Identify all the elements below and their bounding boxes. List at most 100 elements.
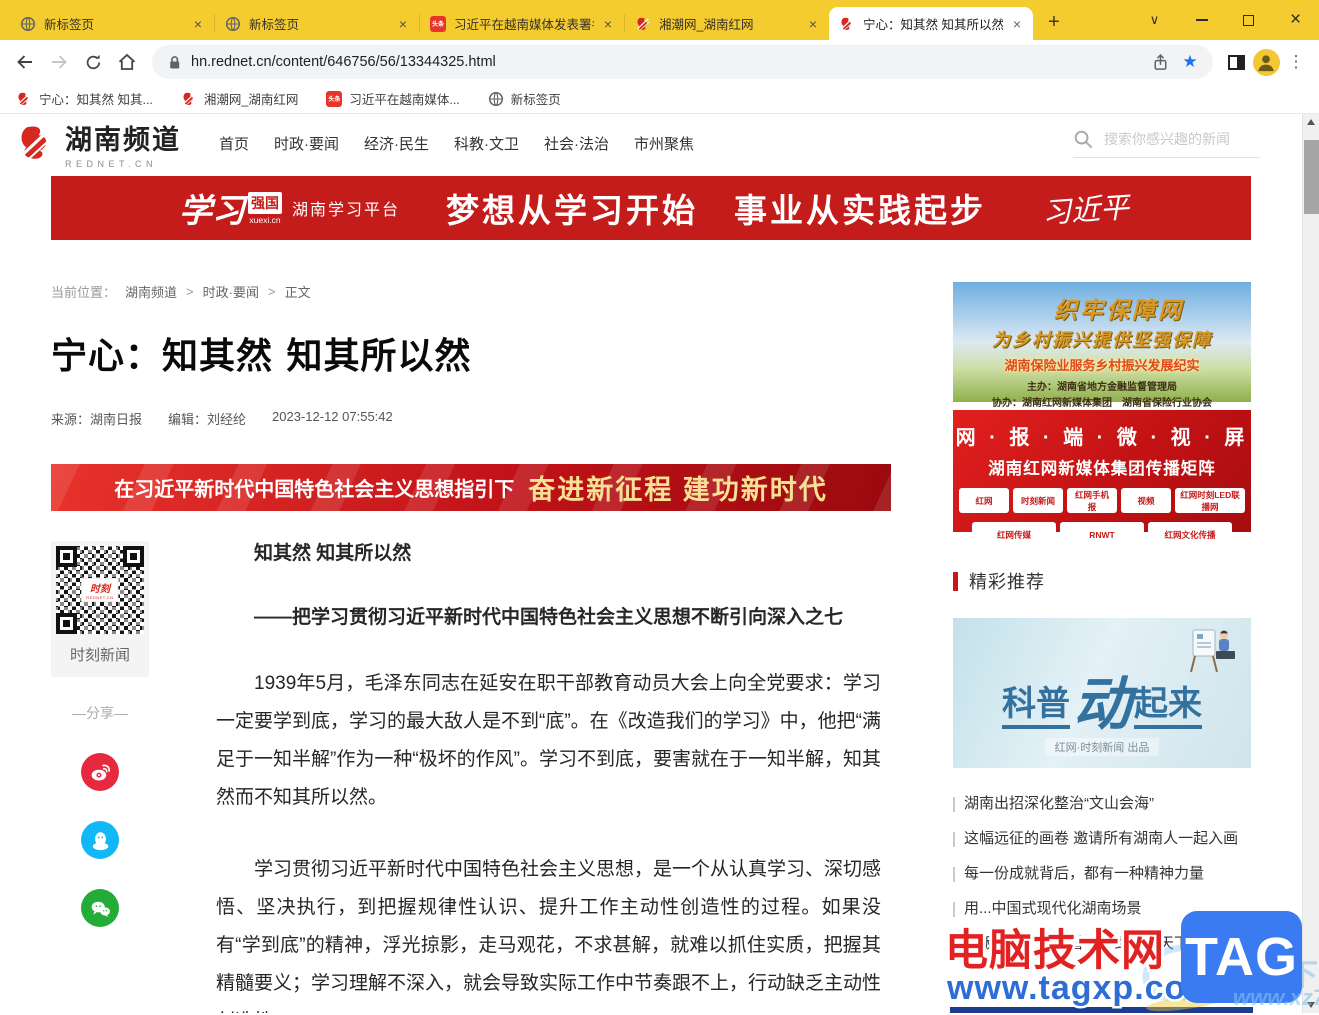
- site-logo[interactable]: 湖南频道 REDNET.CN: [65, 118, 181, 169]
- tab-search-chevron-icon[interactable]: ∨: [1131, 0, 1178, 40]
- brand-tile: 时刻新闻: [1013, 488, 1063, 513]
- reload-button[interactable]: [76, 45, 110, 79]
- brand-tile: 红网传媒: [972, 522, 1056, 547]
- xuexi-logo-script: 学习: [179, 191, 245, 230]
- page-scrollbar[interactable]: [1302, 114, 1319, 1013]
- share-icon: [1154, 53, 1166, 70]
- article-meta: 来源：湖南日报 编辑：刘经纶 2023-12-12 07:55:42: [51, 409, 896, 428]
- nav-item-home[interactable]: 首页: [219, 133, 249, 154]
- url-text[interactable]: hn.rednet.cn/content/646756/56/13344325.…: [191, 54, 1145, 70]
- tab-xiangchao[interactable]: 湘潮网_湖南红网 ×: [625, 7, 829, 40]
- list-bullet: [953, 902, 955, 917]
- rednet-logo-icon: [839, 16, 855, 32]
- list-item[interactable]: 这幅远征的画卷 邀请所有湖南人一起入画: [953, 829, 1251, 849]
- nav-item-economy[interactable]: 经济·民生: [364, 133, 429, 154]
- sidebar-promo-matrix[interactable]: 网 · 报 · 端 · 微 · 视 · 屏 湖南红网新媒体集团传播矩阵 红网 时…: [953, 410, 1251, 547]
- sidebar-promo-science[interactable]: 科普 动 起来 红网·时刻新闻 出品: [953, 618, 1251, 768]
- share-qq-button[interactable]: [81, 821, 119, 859]
- promo3-title-part: 科普: [1001, 676, 1070, 729]
- bookmark-label: 习近平在越南媒体...: [349, 93, 460, 107]
- profile-button[interactable]: [1251, 47, 1281, 77]
- tab-title: 新标签页: [44, 18, 95, 32]
- tab-close-icon[interactable]: ×: [192, 16, 204, 32]
- sidebar-promo-insurance[interactable]: 织牢保障网 为乡村振兴提供坚强保障 湖南保险业服务乡村振兴发展纪实 主办：湖南省…: [953, 282, 1251, 409]
- bookmark-item[interactable]: 新标签页: [488, 89, 561, 108]
- search-input[interactable]: [1104, 131, 1260, 147]
- address-bar[interactable]: hn.rednet.cn/content/646756/56/13344325.…: [152, 45, 1213, 79]
- bookmark-item[interactable]: 宁心：知其然 知其...: [16, 89, 153, 108]
- side-panel-button[interactable]: [1221, 47, 1251, 77]
- promo2-logo-row-2: 红网传媒 RNWT 红网文化传播: [953, 522, 1251, 547]
- theme-slogan-banner[interactable]: 在习近平新时代中国特色社会主义思想指引下 奋进新征程 建功新时代: [51, 464, 891, 511]
- scroll-down-arrow[interactable]: [1303, 997, 1319, 1013]
- tab-close-icon[interactable]: ×: [397, 16, 409, 32]
- list-item[interactable]: 每一份成就背后，都有一种精神力量: [953, 864, 1251, 884]
- article-source: 来源：湖南日报: [51, 412, 143, 427]
- bookmark-label: 新标签页: [510, 93, 561, 107]
- breadcrumb-section[interactable]: 时政·要闻: [203, 282, 259, 301]
- rednet-logo-icon: [635, 16, 651, 32]
- toutiao-icon: 头条: [326, 90, 343, 107]
- page-viewport: 湖南频道 REDNET.CN 首页 时政·要闻 经济·民生 科教·文卫 社会·法…: [0, 114, 1319, 1013]
- tab-active-article[interactable]: 宁心：知其然 知其所以然 ×: [829, 7, 1033, 40]
- wechat-icon: [91, 901, 110, 917]
- window-close-button[interactable]: ×: [1272, 0, 1319, 40]
- search-icon[interactable]: [1073, 129, 1094, 150]
- forward-button[interactable]: [42, 45, 76, 79]
- back-button[interactable]: [8, 45, 42, 79]
- site-logo-title: 湖南频道: [65, 124, 181, 156]
- window-minimize-button[interactable]: [1178, 0, 1225, 40]
- section-title: 精彩推荐: [969, 572, 1045, 592]
- browser-toolbar: hn.rednet.cn/content/646756/56/13344325.…: [0, 40, 1319, 84]
- tab-close-icon[interactable]: ×: [807, 16, 819, 32]
- globe-icon: [20, 16, 36, 32]
- globe-icon: [225, 16, 241, 32]
- section-accent-bar: [953, 571, 958, 591]
- share-wechat-button[interactable]: [81, 889, 119, 927]
- nav-item-science[interactable]: 科教·文卫: [454, 133, 519, 154]
- bookmark-item[interactable]: 头条 习近平在越南媒体...: [326, 89, 460, 108]
- tab-new-page-1[interactable]: 新标签页 ×: [10, 7, 214, 40]
- article-subtitle-2: ——把学习贯彻习近平新时代中国特色社会主义思想不断引向深入之七: [254, 607, 844, 628]
- tab-close-icon[interactable]: ×: [1011, 16, 1023, 32]
- rednet-logo-icon: [16, 91, 32, 107]
- promo1-organizer: 主办：湖南省地方金融监督管理局: [1027, 382, 1177, 393]
- promo1-line3: 湖南保险业服务乡村振兴发展纪实: [1004, 358, 1200, 373]
- qr-finder: [123, 546, 144, 567]
- browser-menu-button[interactable]: ⋮: [1281, 52, 1311, 72]
- tab-toutiao-article[interactable]: 头条 习近平在越南媒体发表署名 ×: [420, 7, 624, 40]
- list-item-text: 每一份成就背后，都有一种精神力量: [964, 865, 1205, 882]
- nav-item-society[interactable]: 社会·法治: [544, 133, 609, 154]
- qr-caption: 时刻新闻: [69, 647, 130, 664]
- breadcrumb-channel[interactable]: 湖南频道: [125, 282, 177, 301]
- share-weibo-button[interactable]: [81, 753, 119, 791]
- site-header: 湖南频道 REDNET.CN 首页 时政·要闻 经济·民生 科教·文卫 社会·法…: [0, 114, 1302, 172]
- bookmark-item[interactable]: 湘潮网_湖南红网: [181, 89, 298, 108]
- list-item-text: 这幅远征的画卷 邀请所有湖南人一起入画: [964, 830, 1239, 847]
- list-item[interactable]: 出版湘军：从书香千年到书香天下: [953, 934, 1251, 954]
- xuexi-logo-box: 强国: [248, 191, 282, 214]
- new-tab-button[interactable]: +: [1039, 7, 1069, 37]
- sidebar: 织牢保障网 为乡村振兴提供坚强保障 湖南保险业服务乡村振兴发展纪实 主办：湖南省…: [953, 282, 1251, 1013]
- scroll-up-arrow[interactable]: [1303, 114, 1319, 130]
- list-item[interactable]: 湖南出招深化整治“文山会海”: [953, 794, 1251, 814]
- qr-center-subtext: REDNET.CN: [86, 595, 114, 600]
- promo3-title-part: 动: [1072, 671, 1132, 737]
- promo2-line2: 湖南红网新媒体集团传播矩阵: [988, 460, 1216, 478]
- tab-title: 宁心：知其然 知其所以然: [863, 18, 1003, 32]
- tab-new-page-2[interactable]: 新标签页 ×: [215, 7, 419, 40]
- list-item[interactable]: 用...中国式现代化湖南场景: [953, 899, 1251, 919]
- scrollbar-thumb[interactable]: [1304, 140, 1319, 214]
- home-button[interactable]: [110, 45, 144, 79]
- bookmark-label: 湘潮网_湖南红网: [203, 93, 299, 107]
- cartoon-lecturer-icon: [1190, 629, 1235, 673]
- share-button[interactable]: [1145, 47, 1175, 77]
- sidebar-footer-bar: [950, 1007, 1253, 1013]
- window-maximize-button[interactable]: [1225, 0, 1272, 40]
- nav-item-politics[interactable]: 时政·要闻: [274, 133, 339, 154]
- study-platform-banner[interactable]: 学习 强国 xuexi.cn 湖南学习平台 梦想从学习开始 事业从实践起步 习近…: [51, 176, 1251, 240]
- tab-close-icon[interactable]: ×: [602, 16, 614, 32]
- bookmark-star-icon[interactable]: ★: [1175, 47, 1205, 77]
- nav-item-cities[interactable]: 市州聚焦: [634, 133, 694, 154]
- caret-up-icon: [1307, 119, 1315, 125]
